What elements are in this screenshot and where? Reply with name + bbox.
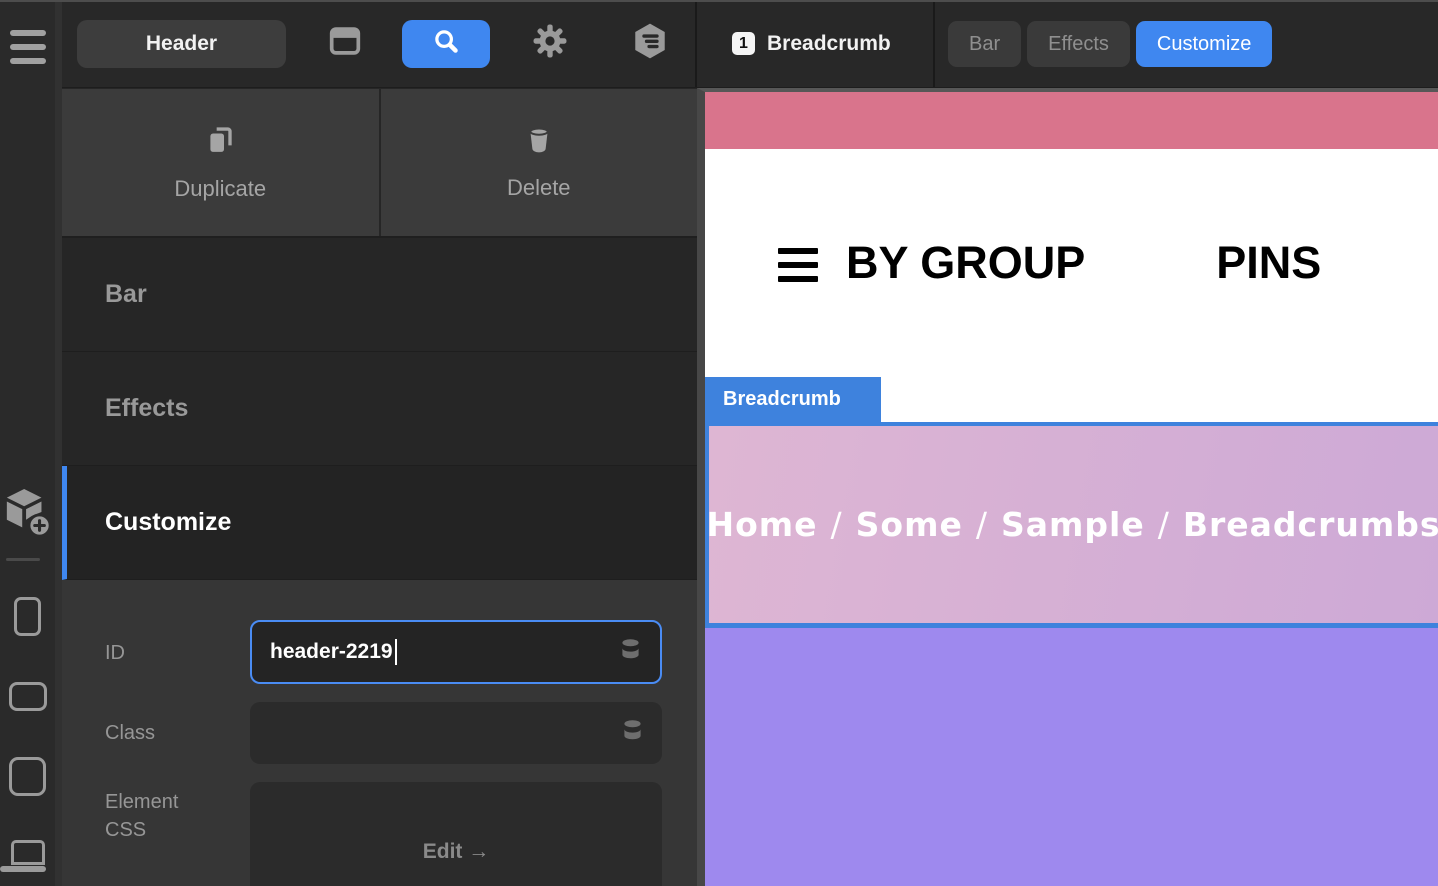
cms-button[interactable] [631, 21, 669, 66]
selection-label[interactable]: Breadcrumb [705, 377, 881, 422]
laptop-icon [0, 840, 55, 872]
window-icon [328, 24, 362, 63]
top-bar-left: Header [62, 0, 697, 87]
window-top-edge [0, 0, 1438, 2]
selected-element-name: Breadcrumb [767, 32, 891, 56]
section-customize[interactable]: Customize [62, 466, 697, 580]
site-menu-icon[interactable] [778, 248, 818, 282]
duplicate-label: Duplicate [174, 176, 266, 202]
class-label: Class [105, 722, 155, 745]
breadcrumb-current: Breadcrumbs [1183, 505, 1438, 544]
inspector-tabs: Bar Effects Customize [948, 21, 1272, 67]
breadcrumb-link-sample[interactable]: Sample [1001, 505, 1145, 544]
breadcrumb-link-some[interactable]: Some [856, 505, 963, 544]
element-css-label: Element CSS [105, 788, 205, 844]
id-input-value: header-2219 [270, 640, 393, 664]
id-input[interactable]: header-2219 [250, 620, 662, 684]
add-bloc-icon [3, 487, 53, 544]
settings-panel: Duplicate Delete Bar Effects Customize I… [62, 89, 697, 886]
top-bar-separator [933, 0, 935, 87]
tab-customize[interactable]: Customize [1136, 21, 1272, 67]
phone-icon [14, 597, 41, 636]
toolbar-divider [6, 558, 40, 561]
site-lower-section[interactable] [705, 628, 1438, 886]
site-brand[interactable]: BY GROUP [846, 237, 1085, 289]
site-header-section[interactable]: BY GROUP PINS [705, 149, 1438, 377]
element-actions: Duplicate Delete [62, 89, 697, 238]
breadcrumb-link-home[interactable]: Home [706, 505, 817, 544]
breakpoint-tablet-button[interactable] [0, 757, 55, 796]
site-nav-link-pins[interactable]: PINS [1216, 237, 1321, 289]
phone-landscape-icon [9, 682, 47, 711]
panel-sections: Bar Effects Customize [62, 238, 697, 580]
class-input[interactable] [250, 702, 662, 764]
header-button-label: Header [146, 32, 217, 56]
add-bloc-button[interactable] [0, 487, 55, 544]
database-icon[interactable] [619, 717, 646, 749]
text-caret [395, 639, 397, 665]
section-bar[interactable]: Bar [62, 238, 697, 352]
panel-divider [55, 0, 62, 886]
delete-button[interactable]: Delete [381, 89, 698, 236]
site-preview-canvas: BY GROUP PINS Breadcrumb Home / Some / Sampl… [697, 88, 1438, 886]
breadcrumb-separator: / [976, 505, 988, 544]
trash-icon [524, 124, 554, 161]
breadcrumb-separator: / [831, 505, 843, 544]
breakpoint-mobile-landscape-button[interactable] [0, 682, 55, 711]
search-button[interactable] [402, 20, 490, 68]
tab-bar[interactable]: Bar [948, 21, 1021, 67]
edit-css-label: Edit → [423, 840, 490, 886]
duplicate-icon [204, 123, 236, 162]
page-settings-button[interactable] [328, 24, 362, 63]
gear-icon [531, 22, 569, 65]
tablet-icon [9, 757, 46, 796]
customize-form: ID header-2219 Class [62, 580, 697, 886]
breadcrumb-section-selected[interactable]: Home / Some / Sample / Breadcrumbs [705, 422, 1438, 628]
top-bar-right: 1 Breadcrumb Bar Effects Customize [697, 0, 1438, 87]
tab-effects[interactable]: Effects [1027, 21, 1130, 67]
duplicate-button[interactable]: Duplicate [62, 89, 379, 236]
top-bar: Header [62, 0, 1438, 88]
header-button[interactable]: Header [77, 20, 286, 68]
id-label: ID [105, 642, 125, 665]
menu-icon[interactable] [10, 30, 46, 64]
section-effects[interactable]: Effects [62, 352, 697, 466]
breadcrumb-separator: / [1158, 505, 1170, 544]
project-settings-button[interactable] [531, 22, 569, 65]
edit-css-button[interactable]: Edit → [250, 782, 662, 886]
breakpoint-mobile-button[interactable] [0, 597, 55, 636]
left-toolbar [0, 0, 55, 886]
delete-label: Delete [507, 175, 571, 201]
breakpoint-laptop-button[interactable] [0, 840, 55, 872]
cms-icon [631, 21, 669, 66]
selection-label-row: Breadcrumb [705, 377, 1438, 422]
breadcrumb-trail: Home / Some / Sample / Breadcrumbs [706, 505, 1438, 544]
search-icon [431, 26, 461, 61]
element-count-badge: 1 [732, 32, 755, 55]
database-icon[interactable] [617, 636, 644, 668]
site-topbar-section[interactable] [705, 92, 1438, 149]
app-window: Header [0, 0, 1438, 886]
